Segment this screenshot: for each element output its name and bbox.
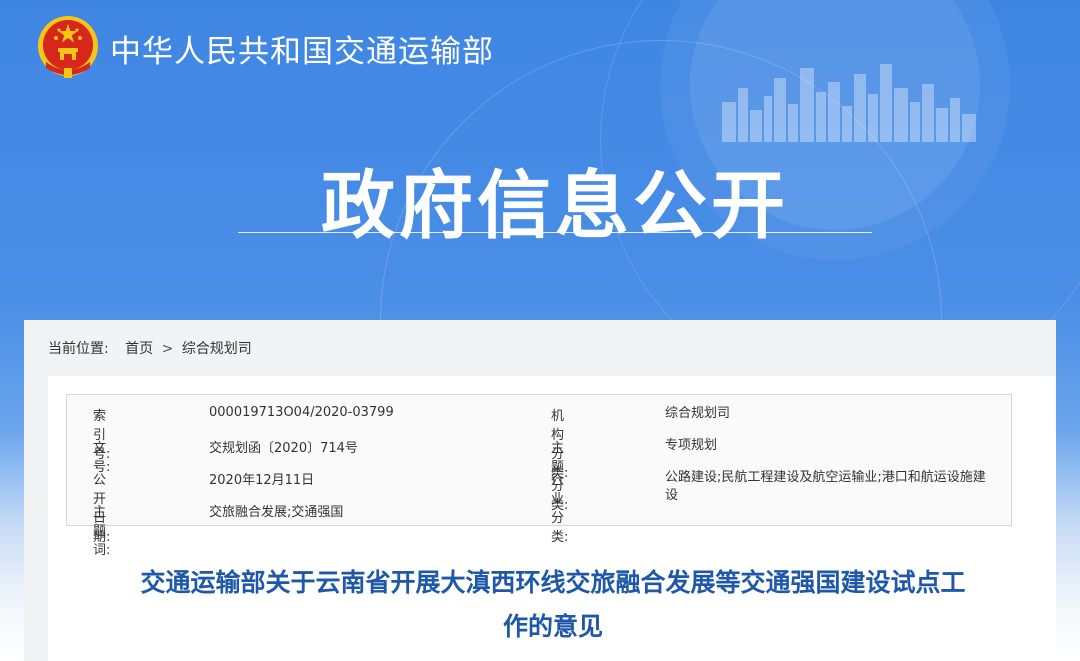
breadcrumb-separator: >	[161, 341, 174, 357]
article-title-line: 作的意见	[502, 612, 603, 641]
article-title-line: 交通运输部关于云南省开展大滇西环线交旅融合发展等交通强国建设试点工	[140, 568, 966, 597]
content-card: 当前位置: 首页 > 综合规划司 索引号: 000019713O04/2020-…	[24, 320, 1056, 661]
metadata-table: 索引号: 000019713O04/2020-03799 文号: 交规划函〔20…	[66, 394, 1012, 558]
national-emblem-icon	[38, 16, 98, 78]
article-title: 交通运输部关于云南省开展大滇西环线交旅融合发展等交通强国建设试点工 作的意见	[78, 561, 1028, 649]
meta-value: 综合规划司	[665, 406, 731, 421]
breadcrumb: 当前位置: 首页 > 综合规划司	[48, 338, 252, 358]
meta-value: 2020年12月11日	[209, 473, 315, 488]
breadcrumb-home-link[interactable]: 首页	[125, 341, 153, 357]
ministry-name[interactable]: 中华人民共和国交通运输部	[110, 26, 494, 71]
article-panel: 索引号: 000019713O04/2020-03799 文号: 交规划函〔20…	[48, 376, 1056, 661]
meta-value: 专项规划	[665, 438, 718, 453]
meta-value: 交旅融合发展;交通强国	[209, 505, 344, 520]
meta-value: 交规划函〔2020〕714号	[209, 441, 358, 456]
city-skyline-icon	[722, 64, 976, 142]
meta-value: 000019713O04/2020-03799	[209, 405, 394, 420]
meta-label: 主题词:	[93, 505, 111, 558]
breadcrumb-label: 当前位置:	[48, 341, 109, 357]
title-underline	[238, 232, 872, 233]
meta-label: 行业分类:	[551, 473, 569, 545]
breadcrumb-current-link[interactable]: 综合规划司	[182, 341, 252, 357]
meta-value: 公路建设;民航工程建设及航空运输业;港口和航运设施建设	[665, 470, 986, 503]
banner-title: 政府信息公开	[321, 163, 789, 249]
